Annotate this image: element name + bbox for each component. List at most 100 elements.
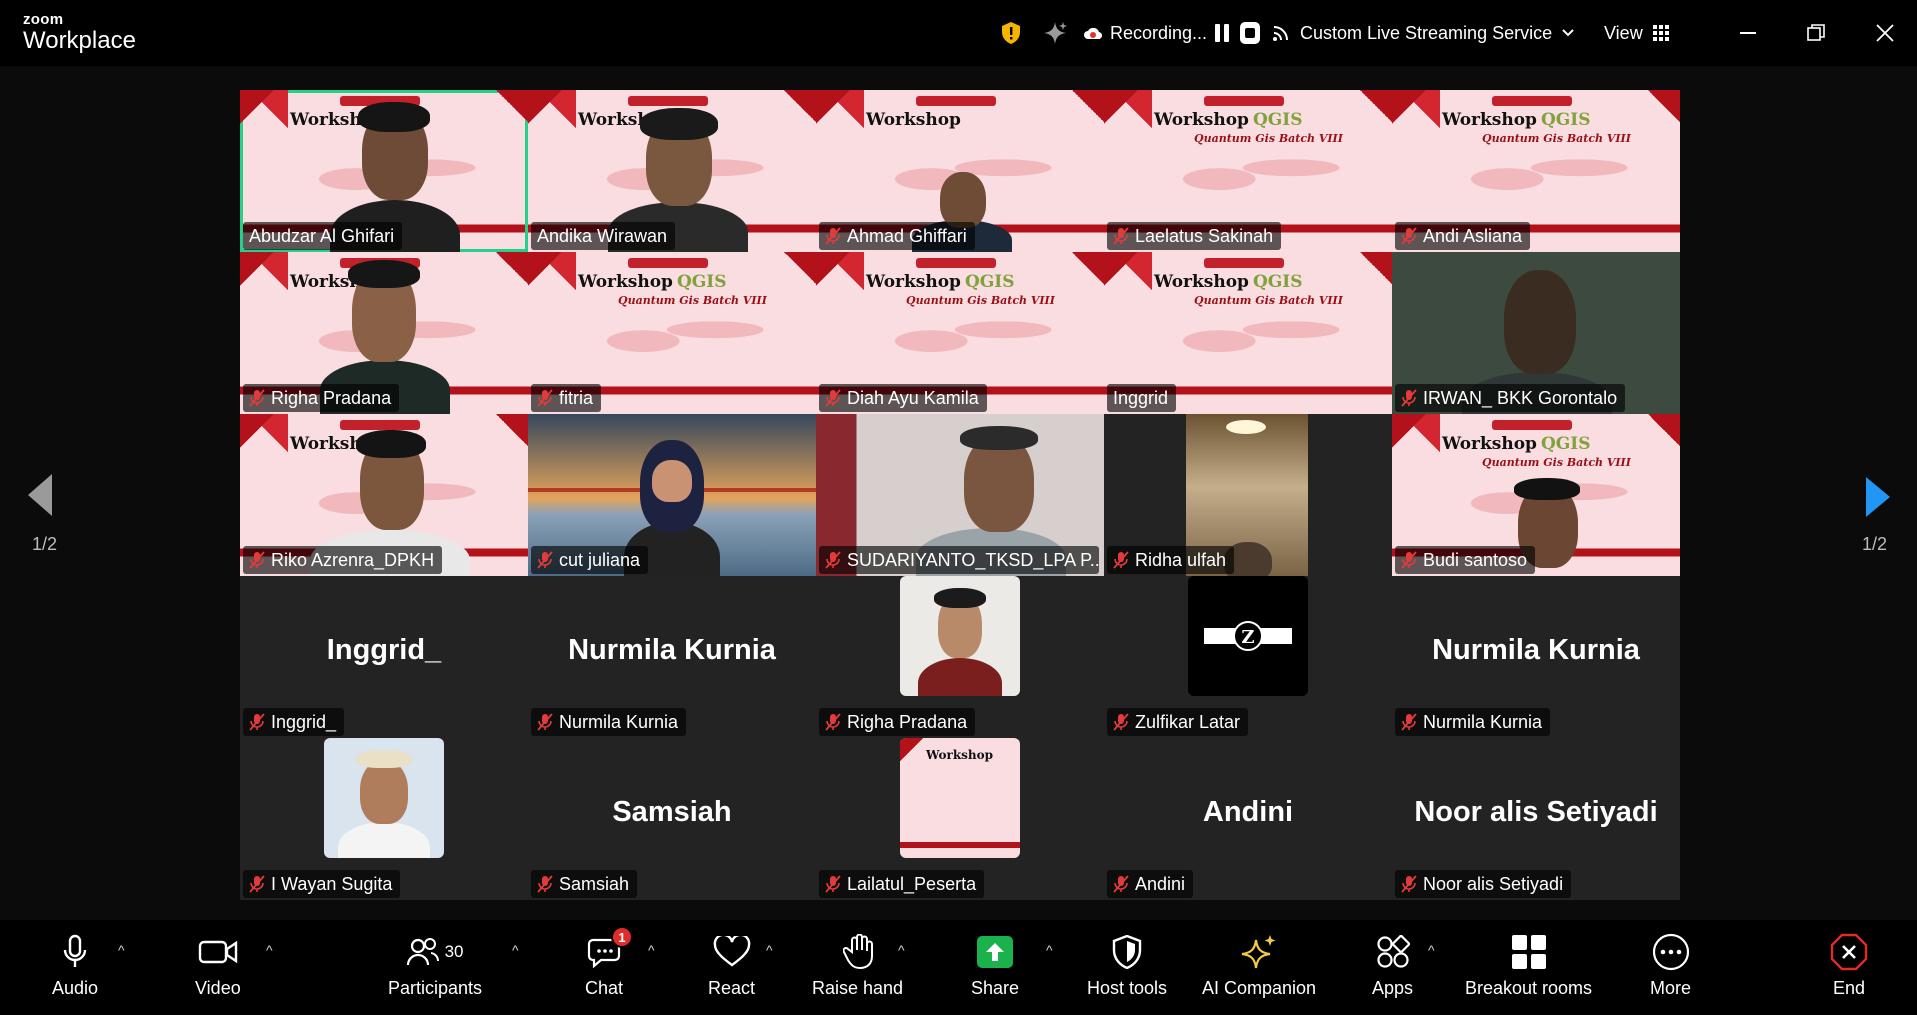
muted-mic-icon — [1401, 713, 1417, 731]
video-tile[interactable]: Ridha ulfah — [1104, 414, 1392, 576]
muted-mic-icon — [1401, 227, 1417, 245]
stop-recording-button[interactable] — [1240, 22, 1260, 44]
pause-recording-button[interactable] — [1212, 22, 1232, 44]
video-tile[interactable]: Nurmila Kurnia Nurmila Kurnia — [1392, 576, 1680, 738]
participant-name: IRWAN_ BKK Gorontalo — [1395, 384, 1626, 412]
participant-display-name: Samsiah — [612, 796, 732, 828]
host-tools-button[interactable]: Host tools — [1087, 932, 1167, 999]
react-options-caret[interactable]: ^ — [766, 942, 773, 958]
profile-picture: Z — [1188, 576, 1308, 696]
close-icon[interactable] — [1868, 16, 1902, 50]
react-button[interactable]: React — [708, 932, 755, 999]
cloud-record-icon — [1084, 27, 1102, 40]
participant-name: Righa Pradana — [243, 384, 400, 412]
video-camera-icon — [198, 940, 238, 964]
video-tile[interactable]: Workshop QGIS Quantum Gis Batch VIII Budi… — [1392, 414, 1680, 576]
video-tile[interactable]: IRWAN_ BKK Gorontalo — [1392, 252, 1680, 414]
host-tools-label: Host tools — [1087, 978, 1168, 998]
participant-name: Laelatus Sakinah — [1107, 222, 1282, 250]
ai-companion-button[interactable]: AI Companion — [1202, 932, 1316, 999]
participant-name: Nurmila Kurnia — [1395, 708, 1551, 736]
live-stream-icon — [1273, 26, 1288, 41]
video-tile[interactable]: Noor alis Setiyadi Noor alis Setiyadi — [1392, 738, 1680, 900]
audio-button[interactable]: Audio — [52, 932, 98, 999]
previous-page-icon[interactable] — [28, 474, 52, 516]
apps-button[interactable]: Apps — [1372, 932, 1413, 999]
end-label: End — [1832, 978, 1866, 998]
video-tile[interactable]: cut juliana — [528, 414, 816, 576]
video-button[interactable]: Video — [195, 932, 241, 999]
next-page-icon[interactable] — [1866, 477, 1890, 517]
participant-name: Abudzar Al Ghifari — [243, 222, 403, 250]
live-streaming-label: Custom Live Streaming Service — [1300, 22, 1553, 43]
heart-icon — [713, 936, 750, 967]
video-tile[interactable]: Samsiah Samsiah — [528, 738, 816, 900]
participants-label: Participants — [388, 978, 483, 998]
more-button[interactable]: More — [1650, 932, 1691, 999]
profile-picture — [900, 576, 1020, 696]
participant-name: Andika Wirawan — [531, 222, 676, 250]
muted-mic-icon — [249, 551, 265, 569]
video-tile[interactable]: Workshop Andika Wirawan — [528, 90, 816, 252]
ai-companion-sparkle-icon — [1241, 935, 1276, 969]
participants-button[interactable]: 30 Participants — [388, 932, 482, 999]
video-tile[interactable]: SUDARIYANTO_TKSD_LPA P... — [816, 414, 1104, 576]
participant-display-name: Andini — [1202, 796, 1294, 828]
video-tile[interactable]: Workshop QGIS Quantum Gis Batch VIII Lael… — [1104, 90, 1392, 252]
zoom-meeting-window: zoom Workplace Recording... Custom Live … — [0, 0, 1917, 1015]
share-button[interactable]: Share — [971, 932, 1019, 999]
participant-name: Diah Ayu Kamila — [819, 384, 987, 412]
breakout-rooms-button[interactable]: Breakout rooms — [1465, 932, 1592, 999]
share-options-caret[interactable]: ^ — [1046, 942, 1053, 958]
muted-mic-icon — [537, 551, 553, 569]
video-tile[interactable]: Workshop QGIS Quantum Gis Batch VIII Andi… — [1392, 90, 1680, 252]
raise-hand-button[interactable]: Raise hand — [812, 932, 903, 999]
apps-icon — [1376, 935, 1410, 968]
end-meeting-button[interactable]: End — [1830, 932, 1868, 999]
ai-sparkle-icon[interactable] — [1042, 0, 1068, 66]
minimize-icon[interactable] — [1731, 16, 1765, 50]
chat-button[interactable]: Chat 1 — [585, 926, 633, 999]
view-menu-button[interactable]: View — [1604, 0, 1669, 66]
recording-indicator[interactable]: Recording... — [1084, 0, 1207, 66]
gallery-view: Workshop Abudzar Al Ghifari Workshop And… — [240, 90, 1680, 900]
video-tile[interactable]: Workshop Ahmad Ghiffari — [816, 90, 1104, 252]
chat-options-caret[interactable]: ^ — [648, 942, 655, 958]
video-tile[interactable]: Andini Andini — [1104, 738, 1392, 900]
profile-picture — [324, 738, 444, 858]
video-tile[interactable]: Inggrid_ Inggrid_ — [240, 576, 528, 738]
live-streaming-menu[interactable]: Custom Live Streaming Service — [1272, 0, 1574, 66]
video-options-caret[interactable]: ^ — [266, 942, 273, 958]
participants-options-caret[interactable]: ^ — [512, 942, 519, 958]
restore-icon[interactable] — [1799, 16, 1833, 50]
grid-view-icon — [1652, 25, 1669, 41]
video-tile[interactable]: Workshop Abudzar Al Ghifari — [240, 90, 528, 252]
muted-mic-icon — [249, 389, 265, 407]
video-tile[interactable]: Workshop Riko Azrenra_DPKH — [240, 414, 528, 576]
audio-options-caret[interactable]: ^ — [118, 942, 125, 958]
apps-label: Apps — [1372, 978, 1414, 998]
muted-mic-icon — [537, 713, 553, 731]
muted-mic-icon — [825, 227, 841, 245]
raise-hand-options-caret[interactable]: ^ — [898, 942, 905, 958]
apps-options-caret[interactable]: ^ — [1428, 942, 1435, 958]
video-tile[interactable]: Righa Pradana — [816, 576, 1104, 738]
security-shield-icon[interactable] — [1000, 0, 1022, 66]
video-tile[interactable]: Workshop Lailatul_Peserta — [816, 738, 1104, 900]
chevron-down-icon — [1562, 29, 1574, 37]
video-tile[interactable]: I Wayan Sugita — [240, 738, 528, 900]
title-bar: zoom Workplace Recording... Custom Live … — [0, 0, 1917, 66]
video-tile[interactable]: Workshop QGIS Quantum Gis Batch VIII fitr… — [528, 252, 816, 414]
video-tile[interactable]: Workshop QGIS Quantum Gis Batch VIII Ingg… — [1104, 252, 1392, 414]
participants-count: 30 — [444, 942, 464, 961]
participant-name: Zulfikar Latar — [1107, 708, 1249, 736]
participant-name: Riko Azrenra_DPKH — [243, 546, 443, 574]
participant-display-name: Inggrid_ — [326, 634, 442, 666]
video-tile[interactable]: Z Zulfikar Latar — [1104, 576, 1392, 738]
video-tile[interactable]: Workshop QGIS Quantum Gis Batch VIII Diah… — [816, 252, 1104, 414]
video-tile[interactable]: Nurmila Kurnia Nurmila Kurnia — [528, 576, 816, 738]
muted-mic-icon — [1113, 713, 1129, 731]
video-tile[interactable]: Workshop Righa Pradana — [240, 252, 528, 414]
muted-mic-icon — [1401, 389, 1417, 407]
participants-icon — [406, 938, 439, 966]
